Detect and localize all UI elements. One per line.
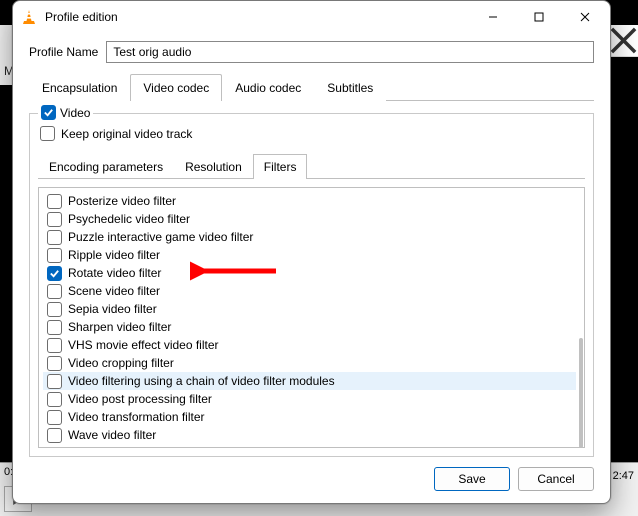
save-button[interactable]: Save xyxy=(434,467,510,491)
filter-checkbox[interactable] xyxy=(47,392,62,407)
maximize-icon xyxy=(534,12,544,22)
filter-checkbox[interactable] xyxy=(47,266,62,281)
filter-item[interactable]: Video transformation filter xyxy=(43,408,576,426)
filter-item[interactable]: Video filtering using a chain of video f… xyxy=(43,372,576,390)
filters-list[interactable]: Posterize video filter Psychedelic video … xyxy=(39,188,580,447)
filter-checkbox[interactable] xyxy=(47,428,62,443)
filter-checkbox[interactable] xyxy=(47,230,62,245)
filter-checkbox[interactable] xyxy=(47,302,62,317)
filter-checkbox[interactable] xyxy=(47,212,62,227)
filter-label: Video transformation filter xyxy=(68,409,205,425)
tab-encapsulation[interactable]: Encapsulation xyxy=(29,74,130,101)
filter-label: Scene video filter xyxy=(68,283,160,299)
tab-subtitles[interactable]: Subtitles xyxy=(314,74,386,101)
filter-item[interactable]: Puzzle interactive game video filter xyxy=(43,228,576,246)
filter-label: Video filtering using a chain of video f… xyxy=(68,373,335,389)
close-icon xyxy=(609,26,638,55)
filter-item[interactable]: Scene video filter xyxy=(43,282,576,300)
filter-item[interactable]: Ripple video filter xyxy=(43,246,576,264)
vlc-cone-icon xyxy=(21,9,37,25)
filter-item[interactable]: Psychedelic video filter xyxy=(43,210,576,228)
filter-label: Psychedelic video filter xyxy=(68,211,190,227)
filter-item[interactable]: Rotate video filter xyxy=(43,264,576,282)
close-button[interactable] xyxy=(562,1,608,33)
video-checkbox[interactable] xyxy=(41,105,56,120)
filter-checkbox[interactable] xyxy=(47,194,62,209)
filter-item[interactable]: Video post processing filter xyxy=(43,390,576,408)
filter-checkbox[interactable] xyxy=(47,410,62,425)
profile-name-label: Profile Name xyxy=(29,45,98,59)
video-subtabs: Encoding parametersResolutionFilters xyxy=(38,153,585,179)
filter-item[interactable]: Posterize video filter xyxy=(43,192,576,210)
filter-item[interactable]: Wave video filter xyxy=(43,426,576,444)
filter-item[interactable]: Sepia video filter xyxy=(43,300,576,318)
filter-checkbox[interactable] xyxy=(47,248,62,263)
filter-label: Video cropping filter xyxy=(68,355,174,371)
check-icon xyxy=(43,107,54,118)
playback-time-total: 2:47 xyxy=(613,470,634,482)
filter-label: VHS movie effect video filter xyxy=(68,337,219,353)
dialog-title: Profile edition xyxy=(45,10,118,24)
filter-checkbox[interactable] xyxy=(47,284,62,299)
subtab-resolution[interactable]: Resolution xyxy=(174,154,253,179)
minimize-button[interactable] xyxy=(470,1,516,33)
filter-label: Ripple video filter xyxy=(68,247,160,263)
keep-original-label: Keep original video track xyxy=(61,127,192,141)
maximize-button[interactable] xyxy=(516,1,562,33)
filter-item[interactable]: Sharpen video filter xyxy=(43,318,576,336)
keep-original-checkbox[interactable] xyxy=(40,126,55,141)
filter-checkbox[interactable] xyxy=(47,374,62,389)
subtab-filters[interactable]: Filters xyxy=(253,154,308,179)
filter-label: Rotate video filter xyxy=(68,265,161,281)
video-checkbox-label: Video xyxy=(60,106,90,120)
filter-label: Wave video filter xyxy=(68,427,156,443)
filter-label: Sharpen video filter xyxy=(68,319,171,335)
tab-video-codec[interactable]: Video codec xyxy=(130,74,222,101)
filter-label: Posterize video filter xyxy=(68,193,176,209)
tab-audio-codec[interactable]: Audio codec xyxy=(222,74,314,101)
profile-name-input[interactable] xyxy=(106,41,594,63)
underlying-close-button[interactable] xyxy=(608,25,638,57)
filter-label: Video post processing filter xyxy=(68,391,212,407)
codec-tabs: EncapsulationVideo codecAudio codecSubti… xyxy=(29,73,594,101)
filter-label: Sepia video filter xyxy=(68,301,157,317)
filter-item[interactable]: Video cropping filter xyxy=(43,354,576,372)
close-icon xyxy=(580,12,590,22)
filter-checkbox[interactable] xyxy=(47,356,62,371)
minimize-icon xyxy=(488,12,498,22)
scrollbar-thumb[interactable] xyxy=(579,338,583,448)
cancel-button[interactable]: Cancel xyxy=(518,467,594,491)
subtab-encoding-parameters[interactable]: Encoding parameters xyxy=(38,154,174,179)
filter-checkbox[interactable] xyxy=(47,320,62,335)
filter-item[interactable]: VHS movie effect video filter xyxy=(43,336,576,354)
video-group: Video Keep original video track Encoding… xyxy=(29,113,594,457)
check-icon xyxy=(49,268,60,279)
filter-label: Puzzle interactive game video filter xyxy=(68,229,253,245)
filter-checkbox[interactable] xyxy=(47,338,62,353)
title-bar[interactable]: Profile edition xyxy=(13,1,610,33)
profile-edition-dialog: Profile edition Profile Name Encapsulati… xyxy=(12,0,611,504)
filters-panel: Posterize video filter Psychedelic video … xyxy=(38,187,585,448)
